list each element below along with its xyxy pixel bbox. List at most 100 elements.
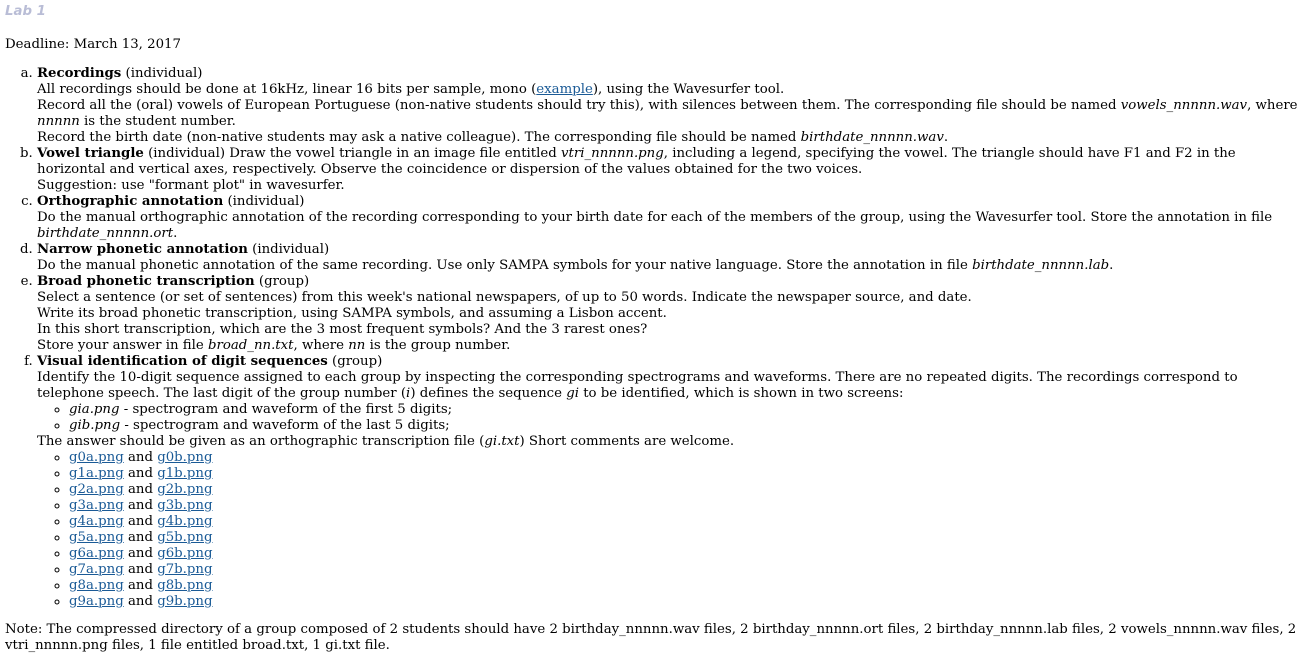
file-link[interactable]: g8a.png [69, 578, 124, 593]
task-narrow-phonetic-annotation: Narrow phonetic annotation (individual) … [37, 242, 1300, 274]
example-link[interactable]: example [536, 82, 593, 97]
file-link[interactable]: g9b.png [157, 594, 212, 609]
text-fragment: , where [1247, 98, 1298, 113]
text-fragment: and [127, 546, 153, 561]
file-link[interactable]: g1a.png [69, 466, 124, 481]
file-link[interactable]: g5b.png [157, 530, 212, 545]
text-fragment: Record all the (oral) vowels of European… [37, 98, 1121, 113]
text-fragment: The answer should be given as an orthogr… [37, 434, 485, 449]
list-item: g0a.png and g0b.png [69, 450, 1300, 466]
task-scope: (individual) [252, 242, 330, 257]
file-link-list: g0a.png and g0b.png g1a.png and g1b.png … [37, 450, 1300, 610]
task-scope: (individual) [148, 146, 226, 161]
text-fragment: to be identified, which is shown in two … [578, 386, 904, 401]
text-fragment: Do the manual orthographic annotation of… [37, 210, 1273, 225]
task-visual-identification: Visual identification of digit sequences… [37, 354, 1300, 610]
task-orthographic-annotation: Orthographic annotation (individual) Do … [37, 194, 1300, 242]
text-fragment: and [127, 594, 153, 609]
filename: birthdate_nnnnn.wav [800, 130, 944, 145]
text-fragment: , where [293, 338, 349, 353]
text-fragment: and [127, 514, 153, 529]
note-text: Note: The compressed directory of a grou… [5, 622, 1297, 653]
list-item: g2a.png and g2b.png [69, 482, 1300, 498]
filename: gia.png [69, 402, 120, 417]
task-text: Do the manual orthographic annotation of… [37, 210, 1300, 242]
filename: gi.txt [484, 434, 520, 449]
page-content: Lab 1 Deadline: March 13, 2017 Recording… [0, 0, 1305, 654]
screen-list: gia.png - spectrogram and waveform of th… [37, 402, 1300, 434]
task-heading: Visual identification of digit sequences [37, 354, 328, 369]
task-heading: Vowel triangle [37, 146, 144, 161]
task-text: Store your answer in file broad_nn.txt, … [37, 338, 1300, 354]
text-fragment: and [127, 466, 153, 481]
text-fragment: Record the birth date (non-native studen… [37, 130, 801, 145]
task-heading: Orthographic annotation [37, 194, 224, 209]
task-scope: (group) [332, 354, 383, 369]
task-text: Do the manual phonetic annotation of the… [37, 258, 1300, 274]
file-link[interactable]: g0b.png [157, 450, 212, 465]
task-list: Recordings (individual) All recordings s… [5, 66, 1300, 610]
task-heading: Narrow phonetic annotation [37, 242, 248, 257]
deadline-text: Deadline: March 13, 2017 [5, 37, 181, 52]
file-link[interactable]: g7b.png [157, 562, 212, 577]
list-item: g7a.png and g7b.png [69, 562, 1300, 578]
file-link[interactable]: g2a.png [69, 482, 124, 497]
text-fragment: and [127, 578, 153, 593]
text-fragment: is the student number. [79, 114, 236, 129]
filename: vtri_nnnnn.png [561, 146, 664, 161]
text-fragment: ), using the Wavesurfer tool. [592, 82, 785, 97]
task-text: All recordings should be done at 16kHz, … [37, 82, 1300, 98]
text-fragment: - spectrogram and waveform of the first … [119, 402, 453, 417]
file-link[interactable]: g8b.png [157, 578, 212, 593]
variable: gi [566, 386, 579, 401]
task-recordings: Recordings (individual) All recordings s… [37, 66, 1300, 146]
task-heading: Broad phonetic transcription [37, 274, 255, 289]
file-link[interactable]: g5a.png [69, 530, 124, 545]
filename: birthdate_nnnnn.ort [37, 226, 174, 241]
text-fragment: and [127, 530, 153, 545]
text-fragment: . [1109, 258, 1114, 273]
text-fragment: All recordings should be done at 16kHz, … [37, 82, 537, 97]
list-item: gib.png - spectrogram and waveform of th… [69, 418, 1300, 434]
text-fragment: Do the manual phonetic annotation of the… [37, 258, 973, 273]
task-text: In this short transcription, which are t… [37, 322, 648, 337]
filename: broad_nn.txt [207, 338, 294, 353]
text-fragment: and [127, 482, 153, 497]
list-item: g3a.png and g3b.png [69, 498, 1300, 514]
file-link[interactable]: g6b.png [157, 546, 212, 561]
list-item: g1a.png and g1b.png [69, 466, 1300, 482]
list-item: gia.png - spectrogram and waveform of th… [69, 402, 1300, 418]
file-link[interactable]: g1b.png [157, 466, 212, 481]
task-text: Write its broad phonetic transcription, … [37, 306, 667, 321]
text-fragment: Draw the vowel triangle in an image file… [225, 146, 562, 161]
file-link[interactable]: g9a.png [69, 594, 124, 609]
text-fragment: ) defines the sequence [410, 386, 567, 401]
file-link[interactable]: g4b.png [157, 514, 212, 529]
file-link[interactable]: g2b.png [157, 482, 212, 497]
file-link[interactable]: g6a.png [69, 546, 124, 561]
text-fragment: and [127, 498, 153, 513]
filename: birthdate_nnnnn.lab [972, 258, 1110, 273]
file-link[interactable]: g3b.png [157, 498, 212, 513]
text-fragment: - spectrogram and waveform of the last 5… [120, 418, 450, 433]
text-fragment: . [943, 130, 949, 145]
task-text: Record the birth date (non-native studen… [37, 130, 1300, 146]
task-vowel-triangle: Vowel triangle (individual) Draw the vow… [37, 146, 1300, 194]
file-link[interactable]: g0a.png [69, 450, 124, 465]
list-item: g4a.png and g4b.png [69, 514, 1300, 530]
list-item: g5a.png and g5b.png [69, 530, 1300, 546]
list-item: g6a.png and g6b.png [69, 546, 1300, 562]
file-link[interactable]: g7a.png [69, 562, 124, 577]
task-heading: Recordings [37, 66, 122, 81]
text-fragment: and [127, 562, 153, 577]
task-text: The answer should be given as an orthogr… [37, 434, 1300, 450]
file-link[interactable]: g3a.png [69, 498, 124, 513]
filename: vowels_nnnnn.wav [1120, 98, 1248, 113]
task-text: Suggestion: use "formant plot" in wavesu… [37, 178, 345, 193]
file-link[interactable]: g4a.png [69, 514, 124, 529]
task-scope: (group) [258, 274, 310, 289]
variable: nnnnn [37, 114, 80, 129]
task-scope: (individual) [125, 66, 203, 81]
task-text: Record all the (oral) vowels of European… [37, 98, 1300, 130]
list-item: g8a.png and g8b.png [69, 578, 1300, 594]
